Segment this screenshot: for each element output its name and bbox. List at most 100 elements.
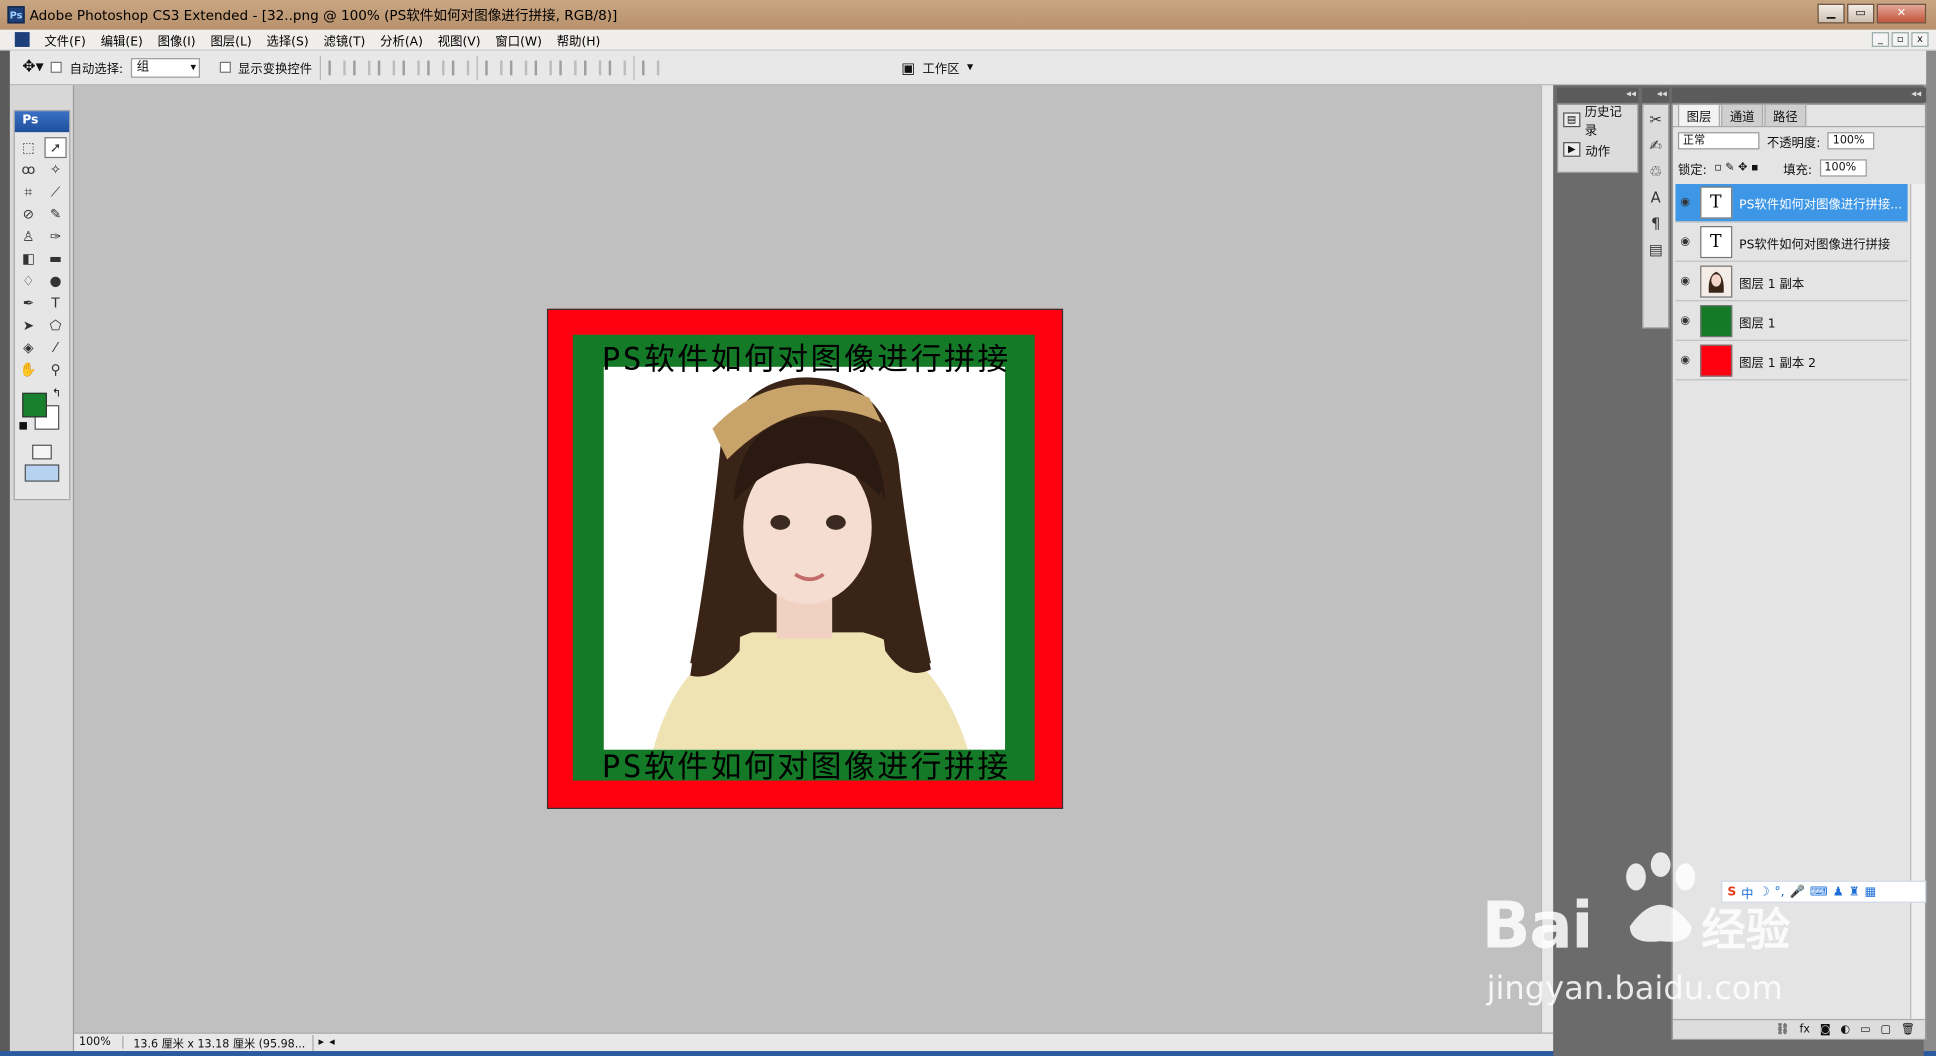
layer-row[interactable]: ◉ T PS软件如何对图像进行拼接 bbox=[1675, 224, 1908, 262]
clone-source-icon[interactable]: ♲ bbox=[1646, 163, 1666, 183]
canvas-vertical-scrollbar[interactable] bbox=[1540, 85, 1554, 1033]
visibility-eye-icon[interactable]: ◉ bbox=[1675, 196, 1695, 208]
skin-icon[interactable]: ♜ bbox=[1849, 885, 1860, 899]
layer-row[interactable]: ◉ 图层 1 副本 2 bbox=[1675, 342, 1908, 381]
tab-channels[interactable]: 通道 bbox=[1721, 103, 1764, 126]
brushes-icon[interactable]: ✍ bbox=[1646, 137, 1666, 157]
keyboard-icon[interactable]: ⌨ bbox=[1810, 885, 1828, 899]
crop-tool-icon[interactable]: ⌗ bbox=[17, 182, 39, 203]
visibility-eye-icon[interactable]: ◉ bbox=[1675, 275, 1695, 287]
align-bottom-icon[interactable] bbox=[377, 59, 395, 75]
actions-tab[interactable]: ▶ 动作 bbox=[1558, 135, 1637, 165]
blur-tool-icon[interactable]: ♢ bbox=[17, 270, 39, 291]
distribute-right-icon[interactable] bbox=[608, 59, 626, 75]
tab-layers[interactable]: 图层 bbox=[1677, 103, 1720, 126]
microphone-icon[interactable]: 🎤 bbox=[1790, 885, 1805, 899]
slice-tool-icon[interactable]: ⟋ bbox=[44, 182, 66, 203]
document-icon[interactable] bbox=[14, 32, 30, 47]
menu-analysis[interactable]: 分析(A) bbox=[373, 30, 431, 49]
lasso-tool-icon[interactable]: ꝏ bbox=[17, 159, 39, 180]
palette-well-icon[interactable]: ▣ bbox=[901, 59, 915, 76]
auto-select-checkbox[interactable] bbox=[51, 61, 63, 73]
foreground-color-swatch[interactable] bbox=[22, 392, 47, 418]
healing-brush-icon[interactable]: ⊘ bbox=[17, 204, 39, 225]
distribute-left-icon[interactable] bbox=[559, 59, 577, 75]
visibility-eye-icon[interactable]: ◉ bbox=[1675, 315, 1695, 327]
sogou-logo-icon[interactable]: S bbox=[1727, 885, 1736, 899]
ime-mode[interactable]: 中 bbox=[1741, 882, 1753, 901]
doc-close-button[interactable]: x bbox=[1911, 32, 1929, 47]
layer-mask-icon[interactable]: ◙ bbox=[1820, 1023, 1831, 1035]
document-image[interactable]: PS软件如何对图像进行拼接 PS软件如何对图像进行拼接 bbox=[546, 308, 1064, 809]
toolbox-grid-icon[interactable]: ▦ bbox=[1865, 885, 1877, 899]
marquee-tool-icon[interactable]: ⬚ bbox=[17, 137, 39, 158]
move-tool-icon[interactable]: ➚ bbox=[44, 137, 67, 159]
quick-mask-icon[interactable] bbox=[32, 444, 52, 460]
layer-row[interactable]: ◉ T PS软件如何对图像进行拼接... bbox=[1675, 184, 1908, 223]
menu-view[interactable]: 视图(V) bbox=[430, 30, 488, 49]
dodge-tool-icon[interactable]: ● bbox=[44, 270, 66, 291]
new-layer-icon[interactable]: ▢ bbox=[1881, 1023, 1892, 1035]
dock-header-collapse[interactable]: ◂◂ bbox=[1642, 87, 1670, 103]
type-tool-icon[interactable]: T bbox=[44, 293, 66, 314]
align-vcenter-icon[interactable] bbox=[352, 59, 371, 75]
menu-edit[interactable]: 编辑(E) bbox=[93, 30, 150, 49]
user-icon[interactable]: ♟ bbox=[1833, 885, 1844, 899]
workspace-button[interactable]: 工作区 bbox=[922, 58, 959, 77]
history-tab[interactable]: ▤ 历史记录 bbox=[1558, 105, 1637, 138]
distribute-hcenter-icon[interactable] bbox=[583, 59, 602, 75]
distribute-vcenter-icon[interactable] bbox=[509, 59, 527, 75]
pen-tool-icon[interactable]: ✒ bbox=[17, 293, 39, 314]
scroll-left-icon[interactable]: ◂ bbox=[329, 1036, 335, 1048]
layer-comps-icon[interactable]: ▤ bbox=[1646, 241, 1666, 261]
status-menu-arrow-icon[interactable]: ▸ bbox=[319, 1036, 325, 1048]
move-tool-icon[interactable]: ✥▾ bbox=[22, 58, 44, 77]
new-group-icon[interactable]: ▭ bbox=[1860, 1023, 1871, 1035]
tab-paths[interactable]: 路径 bbox=[1764, 103, 1807, 126]
auto-select-dropdown[interactable]: 组 bbox=[130, 57, 200, 78]
zoom-level[interactable]: 100% bbox=[74, 1036, 124, 1049]
default-colors-icon[interactable]: ■ bbox=[19, 420, 28, 431]
opacity-input[interactable]: 100% bbox=[1827, 132, 1875, 150]
gradient-tool-icon[interactable]: ▬ bbox=[44, 248, 66, 269]
paragraph-icon[interactable]: ¶ bbox=[1646, 215, 1666, 235]
history-brush-icon[interactable]: ✑ bbox=[44, 226, 66, 247]
align-hcenter-icon[interactable] bbox=[426, 59, 445, 75]
maximize-button[interactable]: ▭ bbox=[1847, 3, 1875, 24]
punctuation-icon[interactable]: °, bbox=[1774, 885, 1784, 899]
chevron-down-icon[interactable]: ▾ bbox=[967, 61, 973, 75]
tool-presets-icon[interactable]: ✂ bbox=[1646, 111, 1666, 131]
path-select-icon[interactable]: ➤ bbox=[17, 315, 39, 336]
close-button[interactable]: ✕ bbox=[1876, 3, 1927, 24]
screen-mode-icon[interactable] bbox=[24, 464, 60, 482]
visibility-eye-icon[interactable]: ◉ bbox=[1675, 354, 1695, 366]
menu-file[interactable]: 文件(F) bbox=[37, 30, 93, 49]
dock-header-collapse[interactable]: ◂◂ bbox=[1671, 87, 1927, 103]
align-left-icon[interactable] bbox=[402, 59, 420, 75]
clone-stamp-icon[interactable]: ♙ bbox=[17, 226, 39, 247]
blend-mode-select[interactable]: 正常 bbox=[1677, 132, 1760, 150]
menu-layer[interactable]: 图层(L) bbox=[203, 30, 259, 49]
layer-row[interactable]: ◉ 图层 1 副本 bbox=[1675, 263, 1908, 302]
swap-colors-icon[interactable]: ↰ bbox=[52, 388, 61, 400]
show-transform-checkbox[interactable] bbox=[219, 61, 231, 73]
adjustment-layer-icon[interactable]: ◐ bbox=[1841, 1023, 1851, 1035]
layer-row[interactable]: ◉ 图层 1 bbox=[1675, 303, 1908, 341]
shape-tool-icon[interactable]: ⬠ bbox=[44, 315, 66, 336]
magic-wand-icon[interactable]: ✧ bbox=[44, 159, 66, 180]
eraser-tool-icon[interactable]: ◧ bbox=[17, 248, 39, 269]
brush-tool-icon[interactable]: ✎ bbox=[44, 204, 66, 225]
menu-help[interactable]: 帮助(H) bbox=[549, 30, 607, 49]
link-layers-icon[interactable]: ⛓ bbox=[1775, 1023, 1789, 1035]
fill-input[interactable]: 100% bbox=[1819, 159, 1867, 177]
lock-icons[interactable]: ▫ ✎ ✥ ▪ bbox=[1714, 162, 1758, 174]
eyedropper-icon[interactable]: ⁄ bbox=[44, 337, 66, 358]
menu-select[interactable]: 选择(S) bbox=[259, 30, 316, 49]
align-top-icon[interactable] bbox=[328, 59, 346, 75]
doc-minimize-button[interactable]: _ bbox=[1871, 32, 1890, 47]
menu-image[interactable]: 图像(I) bbox=[150, 30, 203, 49]
notes-tool-icon[interactable]: ◈ bbox=[17, 337, 39, 358]
character-icon[interactable]: A bbox=[1646, 189, 1666, 209]
delete-layer-icon[interactable]: 🗑 bbox=[1901, 1023, 1915, 1035]
doc-restore-button[interactable]: ▫ bbox=[1891, 32, 1909, 47]
